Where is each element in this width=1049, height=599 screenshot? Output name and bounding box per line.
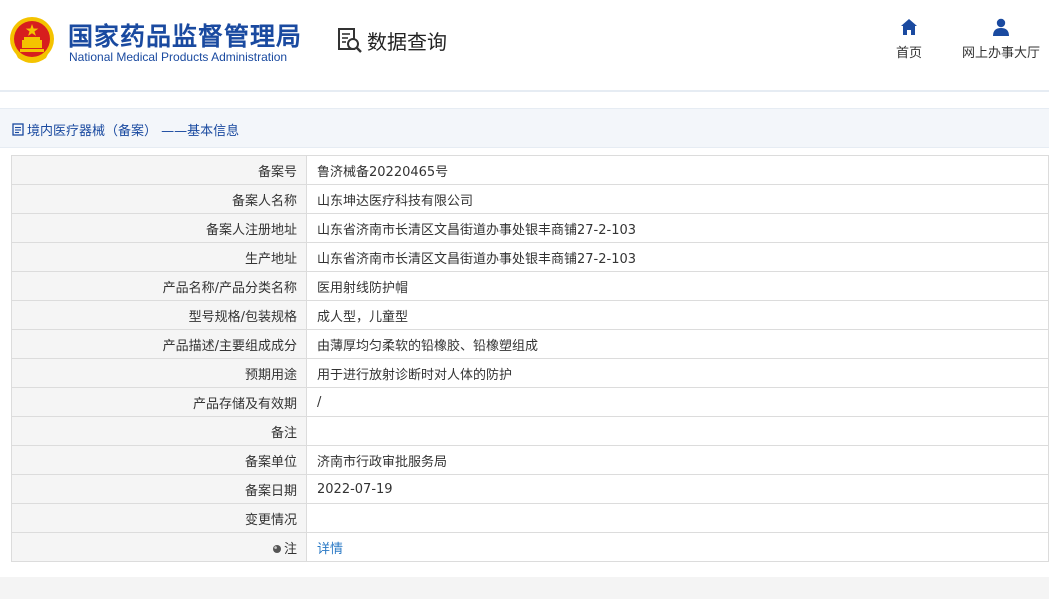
table-row: 型号规格/包装规格 成人型，儿童型	[11, 300, 1049, 330]
org-name-cn: 国家药品监督管理局	[68, 22, 303, 51]
field-value: 济南市行政审批服务局	[306, 445, 1049, 475]
nav-online-hall-label: 网上办事大厅	[961, 46, 1040, 61]
field-label: 备案号	[11, 155, 307, 185]
nav-online-hall[interactable]: 网上办事大厅	[958, 18, 1044, 61]
nav-home[interactable]: 首页	[891, 18, 927, 61]
data-query-label: 数据查询	[367, 30, 447, 54]
national-emblem-icon	[10, 17, 54, 63]
table-row: 备注	[11, 416, 1049, 446]
table-row: 备案单位 济南市行政审批服务局	[11, 445, 1049, 475]
field-value: 医用射线防护帽	[306, 271, 1049, 301]
field-value: 2022-07-19	[306, 474, 1049, 504]
table-row: 备案号 鲁济械备20220465号	[11, 155, 1049, 185]
field-label: 注	[283, 541, 297, 557]
org-name-en: National Medical Products Administration	[69, 50, 288, 64]
details-link[interactable]: 详情	[317, 542, 343, 557]
user-icon	[993, 18, 1009, 36]
home-icon	[901, 19, 917, 35]
field-value: 详情	[306, 532, 1049, 562]
field-label: 预期用途	[11, 358, 307, 388]
site-header: 国家药品监督管理局 National Medical Products Admi…	[0, 0, 1049, 92]
field-label: 备案日期	[11, 474, 307, 504]
field-label: 变更情况	[11, 503, 307, 533]
field-label: 备案人名称	[11, 184, 307, 214]
table-row: 产品描述/主要组成成分 由薄厚均匀柔软的铅橡胶、铅橡塑组成	[11, 329, 1049, 359]
field-label: 备案人注册地址	[11, 213, 307, 243]
table-row: 生产地址 山东省济南市长清区文昌街道办事处银丰商铺27-2-103	[11, 242, 1049, 272]
section-title-text: 境内医疗器械（备案） ——基本信息	[27, 124, 240, 139]
field-label: 产品存储及有效期	[11, 387, 307, 417]
data-query-icon	[338, 27, 362, 53]
field-value: 山东坤达医疗科技有限公司	[306, 184, 1049, 214]
table-row: 备案人名称 山东坤达医疗科技有限公司	[11, 184, 1049, 214]
field-label: 产品描述/主要组成成分	[11, 329, 307, 359]
table-row: 变更情况	[11, 503, 1049, 533]
field-value: 山东省济南市长清区文昌街道办事处银丰商铺27-2-103	[306, 242, 1049, 272]
note-label-cell: 注	[11, 532, 307, 562]
field-value: 鲁济械备20220465号	[306, 155, 1049, 185]
table-row: 注 详情	[11, 532, 1049, 562]
field-value: 由薄厚均匀柔软的铅橡胶、铅橡塑组成	[306, 329, 1049, 359]
page-footer-bar	[0, 577, 1049, 599]
table-row: 备案人注册地址 山东省济南市长清区文昌街道办事处银丰商铺27-2-103	[11, 213, 1049, 243]
field-value	[306, 503, 1049, 533]
field-value: 用于进行放射诊断时对人体的防护	[306, 358, 1049, 388]
document-icon	[12, 123, 24, 136]
field-value: 山东省济南市长清区文昌街道办事处银丰商铺27-2-103	[306, 213, 1049, 243]
field-value: /	[306, 387, 1049, 417]
record-table: 备案号 鲁济械备20220465号 备案人名称 山东坤达医疗科技有限公司 备案人注册…	[11, 155, 1049, 562]
note-dot-icon	[272, 544, 281, 553]
nav-home-label: 首页	[895, 46, 922, 61]
table-row: 产品存储及有效期 /	[11, 387, 1049, 417]
table-row: 备案日期 2022-07-19	[11, 474, 1049, 504]
section-title: 境内医疗器械（备案） ——基本信息	[12, 120, 239, 139]
field-label: 产品名称/产品分类名称	[11, 271, 307, 301]
field-label: 生产地址	[11, 242, 307, 272]
field-label: 备注	[11, 416, 307, 446]
field-value	[306, 416, 1049, 446]
data-query-title: 数据查询	[337, 26, 447, 55]
table-row: 预期用途 用于进行放射诊断时对人体的防护	[11, 358, 1049, 388]
table-row: 产品名称/产品分类名称 医用射线防护帽	[11, 271, 1049, 301]
section-header: 境内医疗器械（备案） ——基本信息	[0, 108, 1049, 148]
field-label: 备案单位	[11, 445, 307, 475]
field-value: 成人型，儿童型	[306, 300, 1049, 330]
field-label: 型号规格/包装规格	[11, 300, 307, 330]
